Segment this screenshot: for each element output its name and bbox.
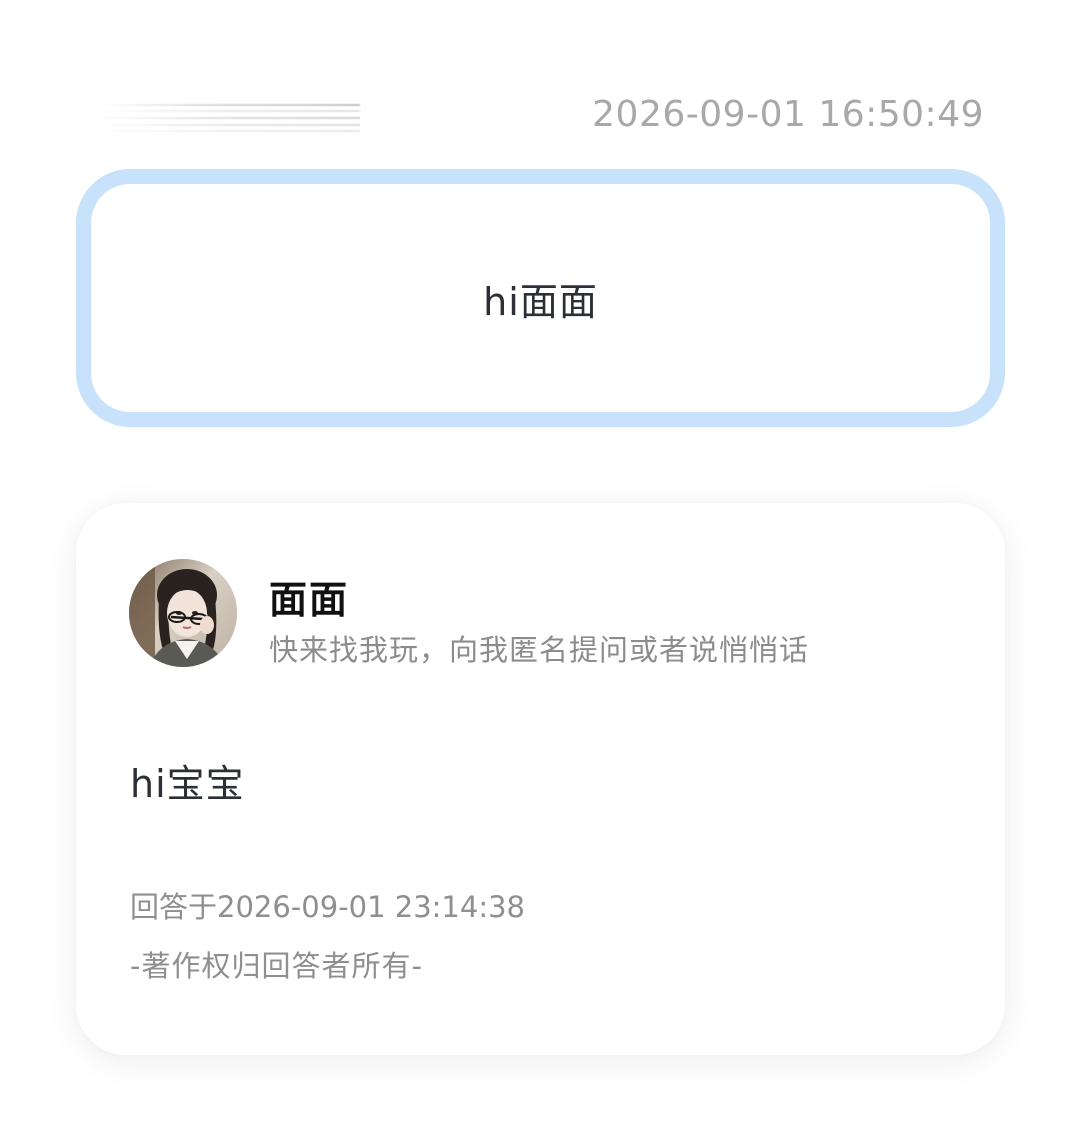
avatar[interactable] xyxy=(129,559,237,667)
answered-at-timestamp: 回答于2026-09-01 23:14:38 xyxy=(130,890,525,924)
question-answer-page: 2026-09-01 16:50:49 hi面面 面面 快来找我玩，向我匿名提问… xyxy=(0,0,1080,1145)
question-timestamp: 2026-09-01 16:50:49 xyxy=(592,94,984,135)
answer-card: 面面 快来找我玩，向我匿名提问或者说悄悄话 hi宝宝 回答于2026-09-01… xyxy=(76,503,1005,1055)
answerer-name[interactable]: 面面 xyxy=(269,569,349,624)
avatar-image xyxy=(129,559,237,667)
answer-text: hi宝宝 xyxy=(130,762,245,806)
question-card[interactable]: hi面面 xyxy=(76,169,1005,427)
copyright-notice: -著作权归回答者所有- xyxy=(130,949,423,983)
answerer-bio: 快来找我玩，向我匿名提问或者说悄悄话 xyxy=(269,633,810,667)
blurred-asker-name xyxy=(98,102,360,132)
question-text: hi面面 xyxy=(483,279,598,324)
